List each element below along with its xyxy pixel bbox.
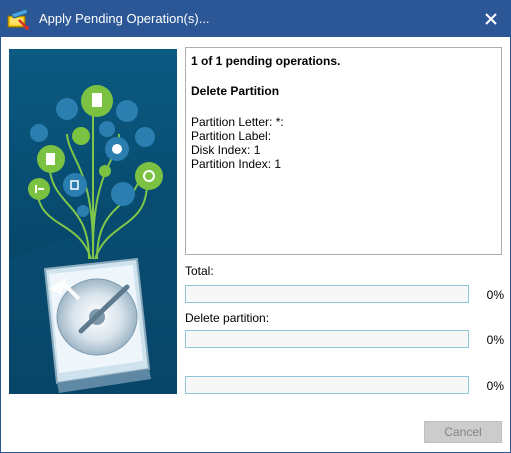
close-button[interactable]: [472, 1, 510, 37]
total-label: Total:: [185, 264, 214, 278]
title-bar: Apply Pending Operation(s)...: [1, 1, 510, 37]
detail-partition-letter: Partition Letter: *:: [191, 115, 284, 129]
operation-info-panel: 1 of 1 pending operations. Delete Partit…: [185, 47, 502, 255]
detail-partition-index: Partition Index: 1: [191, 157, 282, 171]
operation-name: Delete Partition: [191, 84, 280, 98]
window-title: Apply Pending Operation(s)...: [39, 11, 210, 26]
apply-operations-icon: [7, 8, 29, 30]
cancel-button[interactable]: Cancel: [424, 421, 502, 443]
current-percent: 0%: [486, 333, 504, 347]
detail-disk-index: Disk Index: 1: [191, 143, 261, 157]
close-icon: [485, 13, 497, 25]
disk-illustration: [9, 49, 177, 394]
total-progress-bar: [185, 285, 469, 303]
apply-pending-operations-dialog: Apply Pending Operation(s)... 1 of 1 pen…: [0, 0, 511, 453]
current-progress-bar: [185, 330, 469, 348]
total-percent: 0%: [486, 288, 504, 302]
sub-progress-bar: [185, 376, 469, 394]
pending-operations-header: 1 of 1 pending operations.: [191, 54, 341, 68]
detail-partition-label: Partition Label:: [191, 129, 272, 143]
current-operation-label: Delete partition:: [185, 311, 270, 325]
sub-percent: 0%: [486, 379, 504, 393]
